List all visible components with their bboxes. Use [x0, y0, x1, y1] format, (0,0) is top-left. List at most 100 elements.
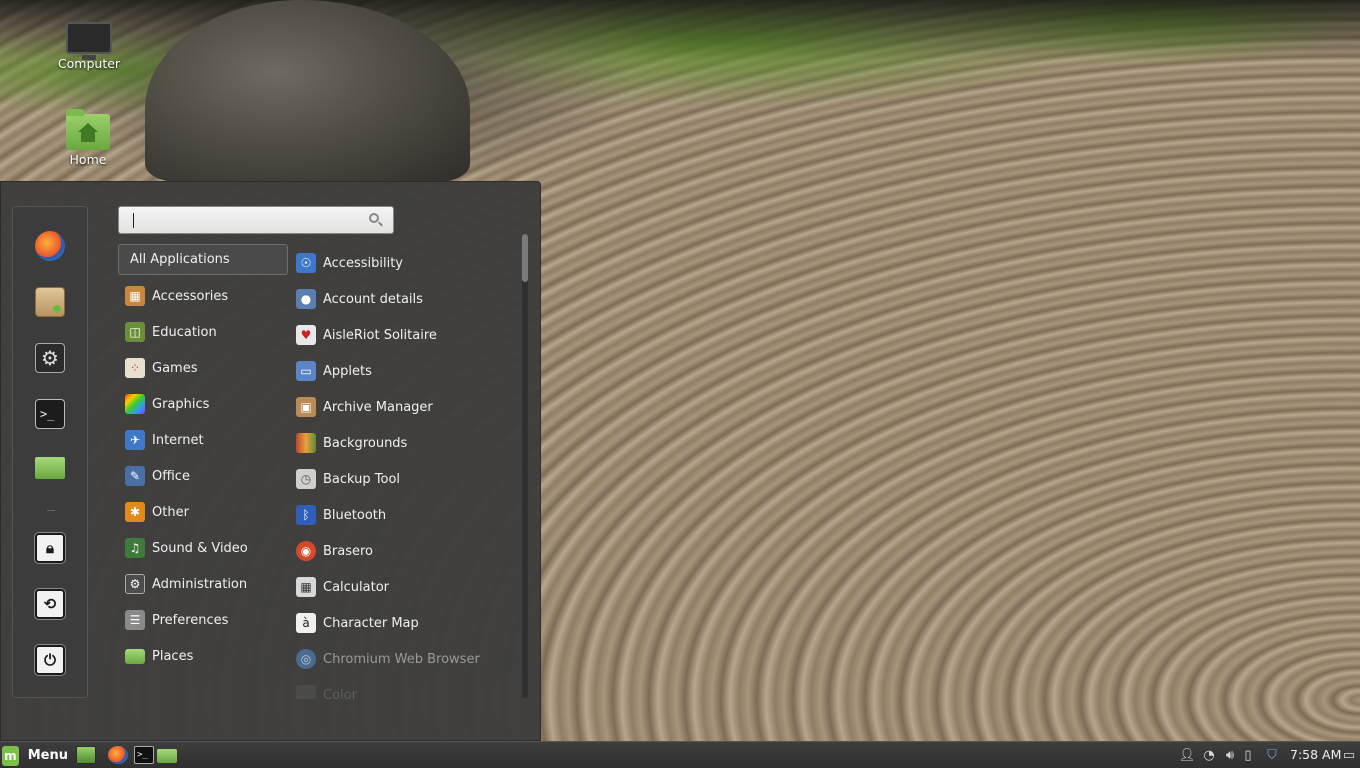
- lock-screen-button[interactable]: 🔒︎: [34, 532, 66, 564]
- administration-icon: ⚙: [125, 574, 145, 594]
- desktop-icon-home[interactable]: Home: [48, 109, 128, 167]
- settings-icon: ⚙: [41, 346, 59, 370]
- category-label: Office: [152, 468, 190, 484]
- category-label: Graphics: [152, 396, 210, 412]
- archive-icon: ▣: [296, 397, 316, 417]
- volume-icon: 🔊︎: [1225, 748, 1235, 763]
- app-backgrounds[interactable]: Backgrounds: [288, 425, 518, 461]
- category-internet[interactable]: ✈ Internet: [118, 422, 288, 458]
- show-desktop-icon: ▭: [1342, 748, 1356, 763]
- education-icon: ◫: [125, 322, 145, 342]
- app-character-map[interactable]: à Character Map: [288, 605, 518, 641]
- favorite-system-settings[interactable]: ⚙: [35, 343, 65, 373]
- app-label: Chromium Web Browser: [323, 651, 480, 667]
- app-aisleriot-solitaire[interactable]: ♥ AisleRiot Solitaire: [288, 317, 518, 353]
- category-preferences[interactable]: ☰ Preferences: [118, 602, 288, 638]
- app-label: AisleRiot Solitaire: [323, 327, 437, 343]
- user-icon: 👤︎: [1178, 748, 1196, 763]
- category-other[interactable]: ✱ Other: [118, 494, 288, 530]
- app-applets[interactable]: ▭ Applets: [288, 353, 518, 389]
- color-icon: [296, 685, 316, 699]
- text-caret: [133, 213, 134, 228]
- category-label: Places: [152, 648, 194, 664]
- favorite-terminal[interactable]: >_: [35, 399, 65, 429]
- app-label: Accessibility: [323, 255, 403, 271]
- logout-icon: ⟲: [43, 595, 57, 613]
- category-label: Preferences: [152, 612, 229, 628]
- app-label: Color: [323, 687, 357, 700]
- app-label: Backgrounds: [323, 435, 408, 451]
- category-list: All Applications ▦ Accessories ◫ Education…: [118, 244, 288, 674]
- search-box[interactable]: [118, 206, 394, 234]
- category-label: Administration: [152, 576, 248, 592]
- quit-button[interactable]: ⏻: [34, 644, 66, 676]
- favorite-files[interactable]: [35, 457, 65, 479]
- app-calculator[interactable]: ▦ Calculator: [288, 569, 518, 605]
- office-icon: ✎: [125, 466, 145, 486]
- app-label: Bluetooth: [323, 507, 387, 523]
- app-label: Brasero: [323, 543, 374, 559]
- category-administration[interactable]: ⚙ Administration: [118, 566, 288, 602]
- launcher-terminal[interactable]: >_: [134, 746, 154, 764]
- app-bluetooth[interactable]: ᛒ Bluetooth: [288, 497, 518, 533]
- app-backup-tool[interactable]: ◷ Backup Tool: [288, 461, 518, 497]
- accessories-icon: ▦: [125, 286, 145, 306]
- launcher-files[interactable]: [76, 746, 96, 764]
- brasero-icon: ◉: [296, 541, 316, 561]
- power-applet[interactable]: ▯: [1241, 746, 1255, 765]
- category-label: Education: [152, 324, 217, 340]
- favorites-separator: [47, 510, 55, 511]
- launcher-folder[interactable]: [157, 749, 177, 763]
- network-applet[interactable]: ◔: [1200, 746, 1218, 765]
- app-accessibility[interactable]: ☉ Accessibility: [288, 245, 518, 281]
- other-icon: ✱: [125, 502, 145, 522]
- show-desktop-button[interactable]: ▭: [1340, 746, 1358, 765]
- app-label: Backup Tool: [323, 471, 401, 487]
- category-graphics[interactable]: Graphics: [118, 386, 288, 422]
- app-label: Account details: [323, 291, 423, 307]
- app-archive-manager[interactable]: ▣ Archive Manager: [288, 389, 518, 425]
- desktop-icon-computer[interactable]: Computer: [49, 22, 129, 71]
- launcher-firefox[interactable]: [108, 746, 128, 764]
- menu-button-label: Menu: [27, 748, 68, 763]
- backup-icon: ◷: [296, 469, 316, 489]
- scrollbar-thumb[interactable]: [522, 234, 528, 282]
- app-chromium-web-browser[interactable]: ◎ Chromium Web Browser: [288, 641, 518, 677]
- application-menu: ⚙ >_ 🔒︎ ⟲ ⏻ All Applications ▦ Accessorie…: [0, 181, 541, 741]
- update-manager-applet[interactable]: ⛉: [1263, 746, 1281, 765]
- application-list-scrollbar[interactable]: [522, 234, 528, 698]
- graphics-icon: [125, 394, 145, 414]
- menu-button[interactable]: m Menu: [2, 744, 68, 767]
- category-sound-video[interactable]: ♫ Sound & Video: [118, 530, 288, 566]
- battery-icon: ▯: [1244, 748, 1252, 763]
- sound-applet[interactable]: 🔊︎: [1221, 746, 1239, 765]
- category-accessories[interactable]: ▦ Accessories: [118, 278, 288, 314]
- mint-logo-icon: m: [2, 745, 19, 766]
- category-places[interactable]: Places: [118, 638, 288, 674]
- terminal-icon: >_: [137, 750, 148, 760]
- category-games[interactable]: ⁘ Games: [118, 350, 288, 386]
- app-brasero[interactable]: ◉ Brasero: [288, 533, 518, 569]
- wifi-icon: ◔: [1203, 748, 1215, 763]
- power-icon: ⏻: [44, 651, 56, 669]
- clock[interactable]: 7:58 AM: [1290, 747, 1341, 762]
- category-office[interactable]: ✎ Office: [118, 458, 288, 494]
- chromium-icon: ◎: [296, 649, 316, 669]
- app-account-details[interactable]: ● Account details: [288, 281, 518, 317]
- app-color[interactable]: Color: [288, 677, 518, 699]
- places-icon: [125, 648, 145, 664]
- category-education[interactable]: ◫ Education: [118, 314, 288, 350]
- user-applet[interactable]: 👤︎: [1178, 746, 1196, 765]
- preferences-icon: ☰: [125, 610, 145, 630]
- category-label: Internet: [152, 432, 204, 448]
- favorite-firefox[interactable]: [35, 231, 65, 261]
- favorites-bar: ⚙ >_ 🔒︎ ⟲ ⏻: [12, 206, 88, 698]
- favorite-software-manager[interactable]: [35, 287, 65, 317]
- logout-button[interactable]: ⟲: [34, 588, 66, 620]
- search-icon: [369, 213, 379, 223]
- category-all-applications[interactable]: All Applications: [118, 244, 288, 275]
- terminal-icon: >_: [40, 407, 55, 421]
- search-input[interactable]: [125, 210, 361, 230]
- accessibility-icon: ☉: [296, 253, 316, 273]
- app-label: Applets: [323, 363, 372, 379]
